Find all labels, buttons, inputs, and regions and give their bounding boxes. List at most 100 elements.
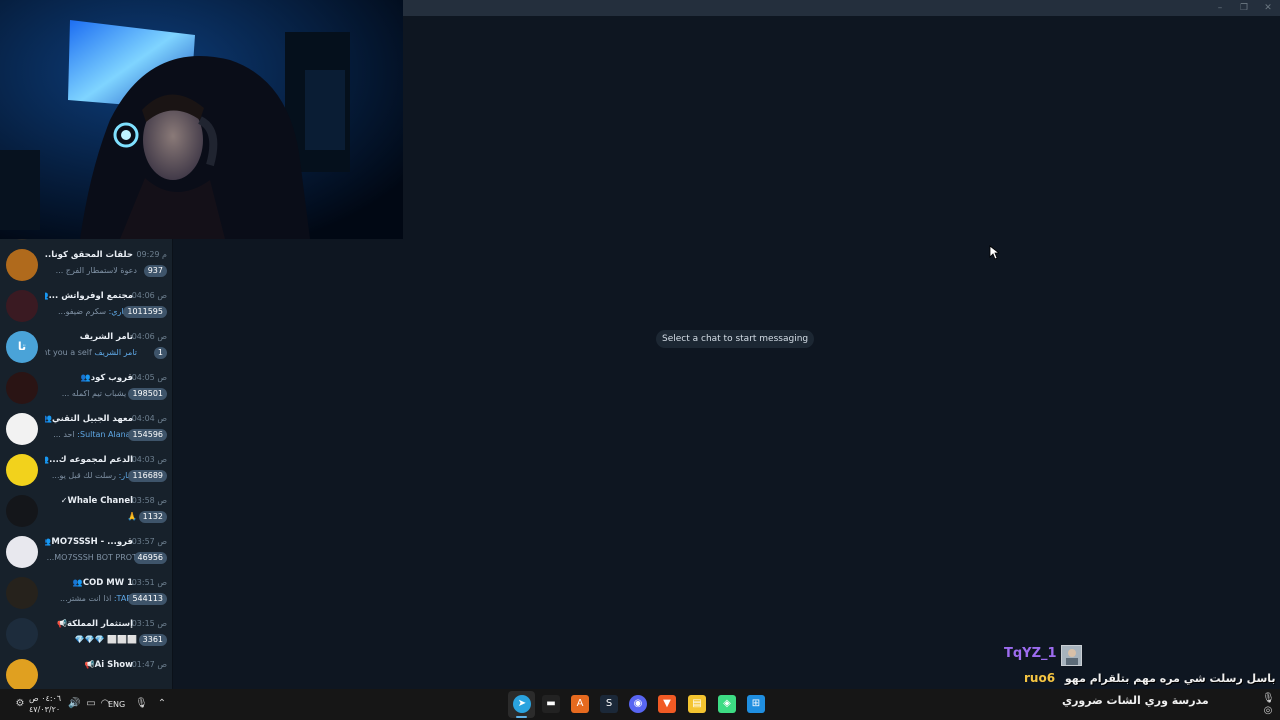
- chat-preview-sender: تامر الشريف: [94, 348, 137, 357]
- chat-title-text: إستثمار المملكة: [66, 619, 133, 629]
- unread-badge: 1011595: [123, 306, 167, 318]
- chat-title-text: قرو... - MO7SSSH: [51, 537, 133, 547]
- minimize-button[interactable]: –: [1211, 2, 1229, 14]
- chat-title-text: حلقات المحقق كونا...: [45, 250, 133, 260]
- chat-time: 03:51 ص: [131, 578, 167, 587]
- chat-list-item[interactable]: Whale Chanel✓ 03:58 ص 🙏 1132: [0, 491, 172, 532]
- chat-title-text: تامر الشريف: [79, 332, 133, 342]
- chat-avatar: [6, 290, 38, 322]
- chat-list-item[interactable]: حلقات المحقق كونا...📢09:29 م دعوة لاستمط…: [0, 245, 172, 286]
- chat-list-item[interactable]: تاتامر الشريف04:06 صتامر الشريف sent you…: [0, 327, 172, 368]
- chat-title-text: قروب كود: [90, 373, 133, 383]
- clock-time[interactable]: ٠٤:٠٦ ص: [29, 694, 61, 703]
- android-studio-icon[interactable]: ◈: [718, 695, 736, 713]
- notification-icon[interactable]: ◎: [1262, 705, 1274, 717]
- stream-chat-message: ruo6 باسل رسلت شي مره مهم بتلقرام مهو: [1024, 671, 1276, 687]
- chat-avatar: [6, 618, 38, 650]
- microphone-icon[interactable]: 🎙: [135, 698, 148, 710]
- chat-preview: TARA: اذا انت مشتر...: [45, 594, 137, 603]
- chat-title: قروب كود👥: [45, 373, 133, 383]
- chat-title: Whale Chanel✓: [45, 496, 133, 506]
- chat-title: إستثمار المملكة📢: [45, 619, 133, 629]
- chat-title: مجتمع اوفرواتش ...👥: [45, 291, 133, 301]
- chat-title: قرو... - MO7SSSH👥: [45, 537, 133, 547]
- empty-chat-message: Select a chat to start messaging: [656, 330, 815, 348]
- windows-icon[interactable]: ⊞: [747, 695, 765, 713]
- chat-avatar: [6, 454, 38, 486]
- active-app-indicator: [516, 716, 527, 718]
- chat-type-icon: 📢: [84, 660, 95, 669]
- chat-title: حلقات المحقق كونا...📢: [45, 250, 133, 260]
- chat-preview-text: MO7SSSH BOT PROT...: [46, 553, 137, 562]
- volume-icon[interactable]: 🔊: [68, 698, 80, 710]
- chat-avatar: [6, 495, 38, 527]
- chat-list-item[interactable]: COD MW 1👥 03:51 ص TARA: اذا انت مشتر... 544…: [0, 573, 172, 614]
- chat-preview-text: sent you a self...: [45, 348, 92, 357]
- unread-badge: 544113: [128, 593, 167, 605]
- clock-date[interactable]: ٤٧/٠٣/٢٠: [29, 705, 60, 714]
- chat-list-item[interactable]: Ai Show📢 01:47 ص: [0, 655, 172, 689]
- chat-time: 04:05 ص: [131, 373, 167, 382]
- telegram-icon[interactable]: ➤: [513, 695, 531, 713]
- chat-list-item[interactable]: مجتمع اوفرواتش ...👥04:06 صبوضاري: سكرم ض…: [0, 286, 172, 327]
- brave-icon[interactable]: ▼: [658, 695, 676, 713]
- discord-icon[interactable]: ◉: [629, 695, 647, 713]
- chat-title: تامر الشريف: [45, 332, 133, 342]
- chat-preview: Sultan Alanazi: احد ...: [45, 430, 137, 439]
- office-icon[interactable]: A: [571, 695, 589, 713]
- chat-list-item[interactable]: الدعم لمجموعه ك...👥04:03 ص عمار: رسلت لك …: [0, 450, 172, 491]
- chat-preview: ⬜⬜⬜ 💎💎💎: [45, 635, 137, 644]
- chat-time: 03:58 ص: [131, 496, 167, 505]
- chat-list-item[interactable]: معهد الجبيل التقني👥04:04 صSultan Alanazi…: [0, 409, 172, 450]
- unread-badge: 1132: [138, 511, 167, 523]
- stream-overlay-text: مدرسة وري الشات ضروري: [1062, 694, 1209, 707]
- chat-avatar: [6, 577, 38, 609]
- chat-type-icon: 📢: [57, 619, 67, 628]
- chat-title-text: COD MW 1: [82, 578, 133, 588]
- chat-preview: MO7SSSH BOT PROT...: [45, 553, 137, 562]
- chat-type-icon: 👥: [80, 373, 91, 382]
- terminal-icon[interactable]: ▬: [542, 695, 560, 713]
- chat-preview-text: 🙏: [127, 512, 137, 521]
- stream-chat-nick: ruo6: [1024, 671, 1056, 685]
- stream-chat-text: باسل رسلت شي مره مهم بتلقرام مهو: [1064, 672, 1276, 685]
- chat-time: 03:15 ص: [131, 619, 167, 628]
- chat-list-item[interactable]: إستثمار المملكة📢 03:15 ص ⬜⬜⬜ 💎💎💎 3361: [0, 614, 172, 655]
- unread-badge: 937: [143, 265, 167, 277]
- chat-preview-text: احد ...: [53, 430, 75, 439]
- unread-badge: 1: [153, 347, 167, 359]
- chat-time: 03:57 ص: [131, 537, 167, 546]
- chat-avatar: [6, 372, 38, 404]
- chat-avatar: تا: [6, 331, 38, 363]
- chat-time: 04:06 ص: [131, 291, 167, 300]
- chat-preview: تامر الشريف sent you a self...: [45, 348, 137, 357]
- chat-title-text: مجتمع اوفرواتش ...: [48, 291, 133, 301]
- chat-preview-text: سكرم ضيفو...: [57, 307, 107, 316]
- chat-time: 01:47 ص: [131, 660, 167, 669]
- battery-icon[interactable]: ▭: [85, 698, 97, 710]
- chat-preview: A: يشباب تيم اكمله ...: [45, 389, 137, 398]
- mic-status-icon[interactable]: 🎙: [1262, 693, 1275, 705]
- steam-icon[interactable]: S: [600, 695, 618, 713]
- chat-type-icon: 👥: [45, 414, 52, 423]
- chat-time: 04:04 ص: [131, 414, 167, 423]
- chat-preview: عمار: رسلت لك قبل يو...: [45, 471, 137, 480]
- chat-avatar: [6, 536, 38, 568]
- network-settings-icon[interactable]: ⚙: [14, 698, 26, 710]
- files-icon[interactable]: ▤: [688, 695, 706, 713]
- chat-preview-text: دعوة لاستمطار الفرج ...: [55, 266, 137, 275]
- webcam-overlay: [0, 0, 403, 239]
- stream-user-avatar: [1061, 645, 1082, 666]
- chat-avatar: [6, 659, 38, 689]
- chat-list-item[interactable]: قروب كود👥04:05 صA: يشباب تيم اكمله ...19…: [0, 368, 172, 409]
- unread-badge: 154596: [128, 429, 167, 441]
- chevron-up-icon[interactable]: ⌃: [156, 698, 168, 710]
- chat-title-text: Ai Show: [94, 660, 133, 670]
- language-indicator[interactable]: ENG: [108, 700, 125, 709]
- maximize-button[interactable]: ❐: [1235, 2, 1253, 14]
- mouse-cursor-icon: [989, 245, 999, 260]
- chat-preview: دعوة لاستمطار الفرج ...: [45, 266, 137, 275]
- chat-time: 09:29 م: [136, 250, 167, 259]
- close-button[interactable]: ✕: [1259, 2, 1277, 14]
- chat-list-item[interactable]: قرو... - MO7SSSH👥03:57 ص MO7SSSH BOT PRO…: [0, 532, 172, 573]
